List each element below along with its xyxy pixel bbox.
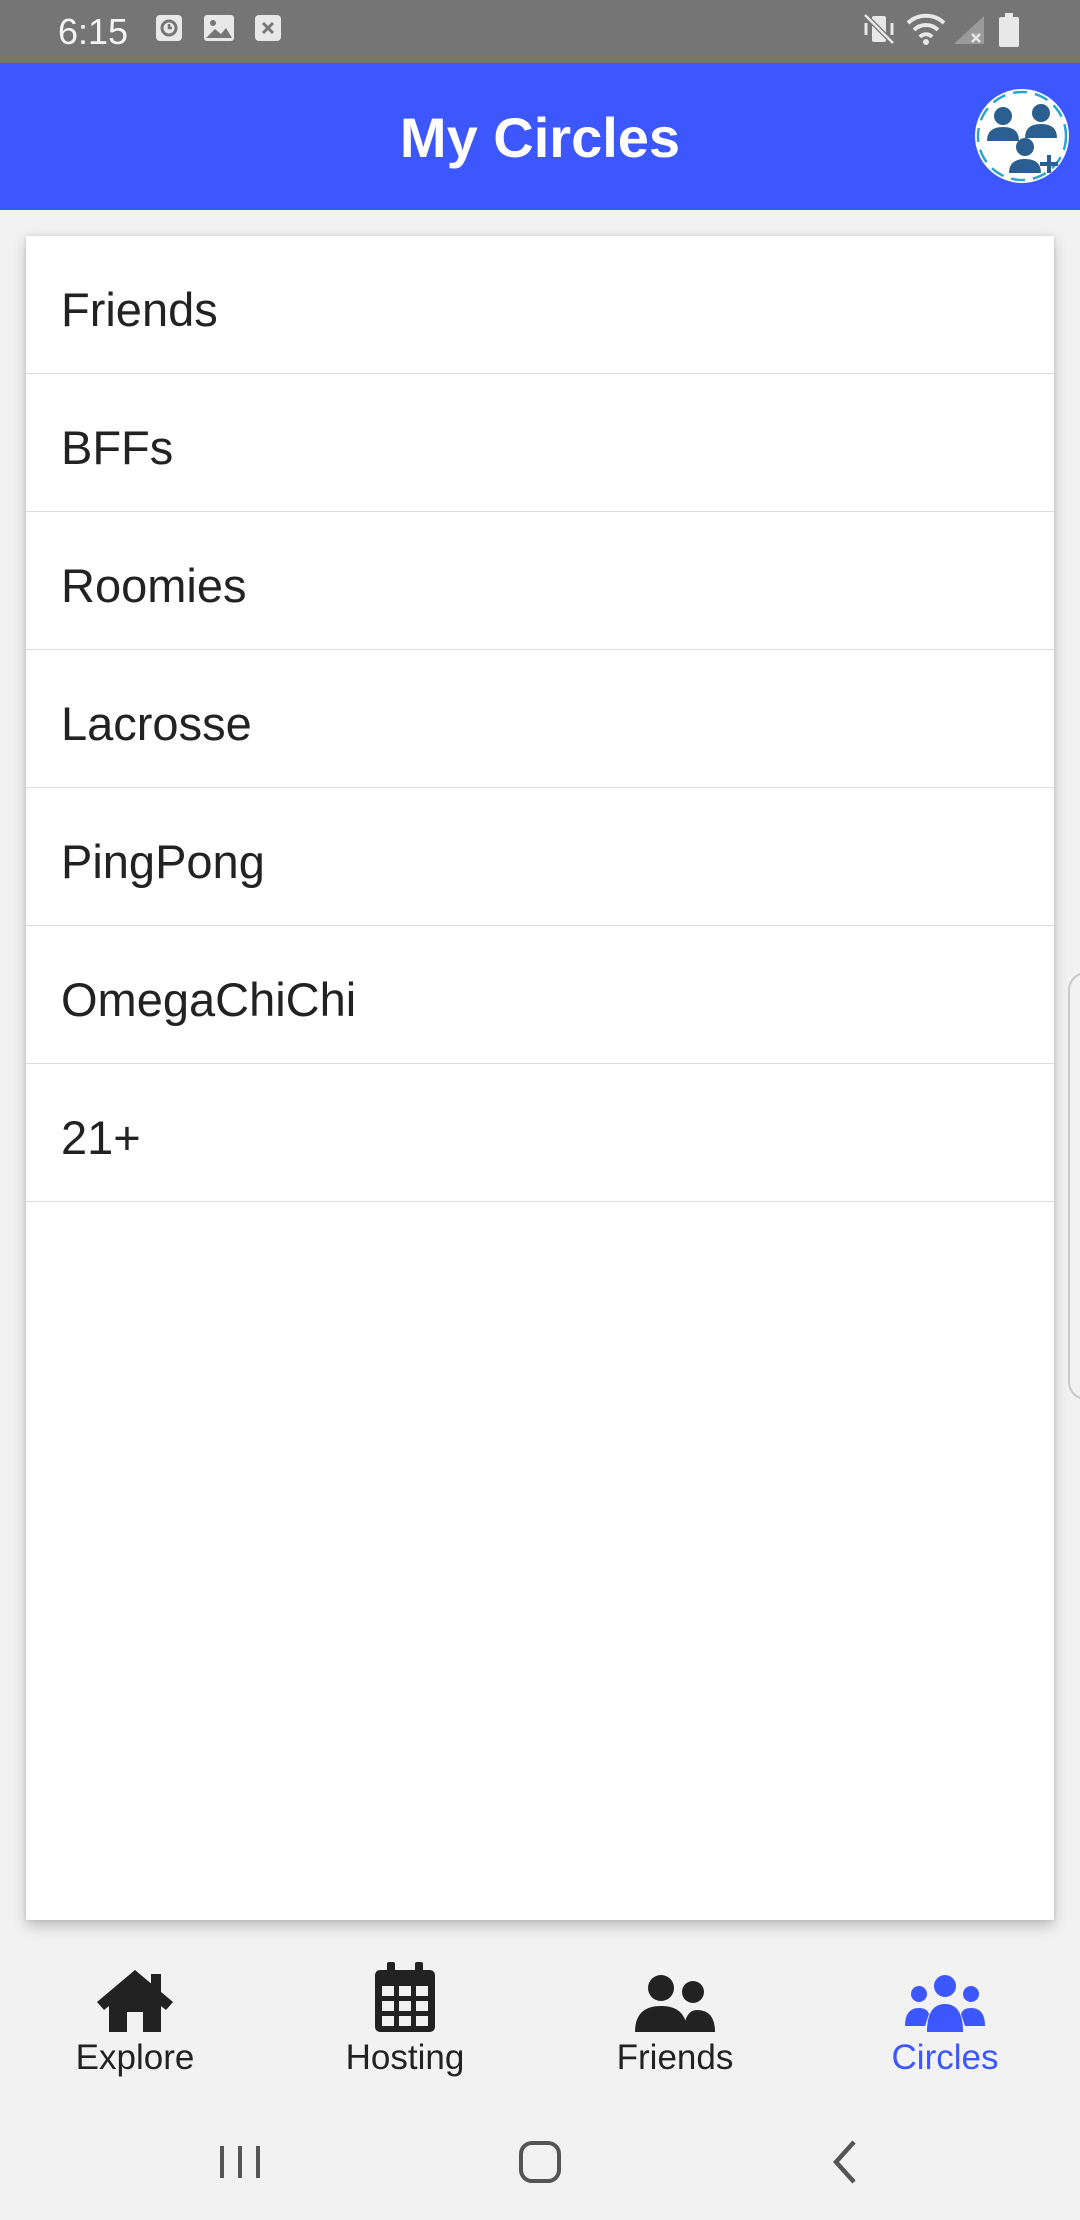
list-item-label: 21+ (61, 1111, 141, 1164)
list-item-label: Roomies (61, 559, 247, 612)
users-icon (540, 1962, 810, 2034)
list-item-label: Lacrosse (61, 697, 252, 750)
list-item[interactable]: Lacrosse (26, 650, 1054, 788)
edge-panel-handle[interactable] (1068, 972, 1080, 1400)
status-bar: 6:15 (0, 0, 1080, 63)
nav-friends[interactable]: Friends (540, 1946, 810, 2102)
circle-list: Friends BFFs Roomies Lacrosse PingPong O… (26, 236, 1054, 1920)
nav-circles-label: Circles (891, 2038, 999, 2077)
back-icon[interactable] (816, 2132, 876, 2192)
list-item[interactable]: Friends (26, 236, 1054, 374)
system-nav-bar (0, 2102, 1080, 2220)
nav-friends-label: Friends (616, 2038, 734, 2077)
page-title: My Circles (399, 106, 681, 169)
list-item[interactable]: 21+ (26, 1064, 1054, 1202)
battery-icon (998, 12, 1020, 53)
list-item[interactable]: Roomies (26, 512, 1054, 650)
home-button-icon[interactable] (510, 2132, 570, 2192)
clock-notification-icon (155, 14, 183, 47)
bottom-nav: Explore Hosting Friends Circles (0, 1946, 1080, 2102)
list-item[interactable]: BFFs (26, 374, 1054, 512)
nav-hosting-label: Hosting (345, 2038, 465, 2077)
list-item-label: BFFs (61, 421, 174, 474)
nav-explore-label: Explore (75, 2038, 195, 2077)
screen: 6:15 My Circles Friends BFFs Roomies Lac… (0, 0, 1080, 2220)
vibrate-mute-icon (862, 12, 896, 51)
nav-circles[interactable]: Circles (810, 1946, 1080, 2102)
recent-apps-icon[interactable] (210, 2132, 270, 2192)
nav-hosting[interactable]: Hosting (270, 1946, 540, 2102)
list-item[interactable]: OmegaChiChi (26, 926, 1054, 1064)
close-box-notification-icon (254, 14, 282, 47)
list-item-label: OmegaChiChi (61, 973, 357, 1026)
wifi-icon (906, 12, 946, 51)
home-icon (0, 1962, 270, 2034)
list-item-label: Friends (61, 283, 218, 336)
list-item-label: PingPong (61, 835, 265, 888)
image-notification-icon (203, 14, 235, 47)
status-time: 6:15 (58, 11, 129, 52)
nav-explore[interactable]: Explore (0, 1946, 270, 2102)
calendar-icon (270, 1962, 540, 2034)
circle-group-avatar-icon[interactable] (975, 89, 1069, 183)
users-group-icon (810, 1962, 1080, 2034)
list-item[interactable]: PingPong (26, 788, 1054, 926)
app-header: My Circles (0, 63, 1080, 210)
no-signal-icon (952, 14, 986, 51)
